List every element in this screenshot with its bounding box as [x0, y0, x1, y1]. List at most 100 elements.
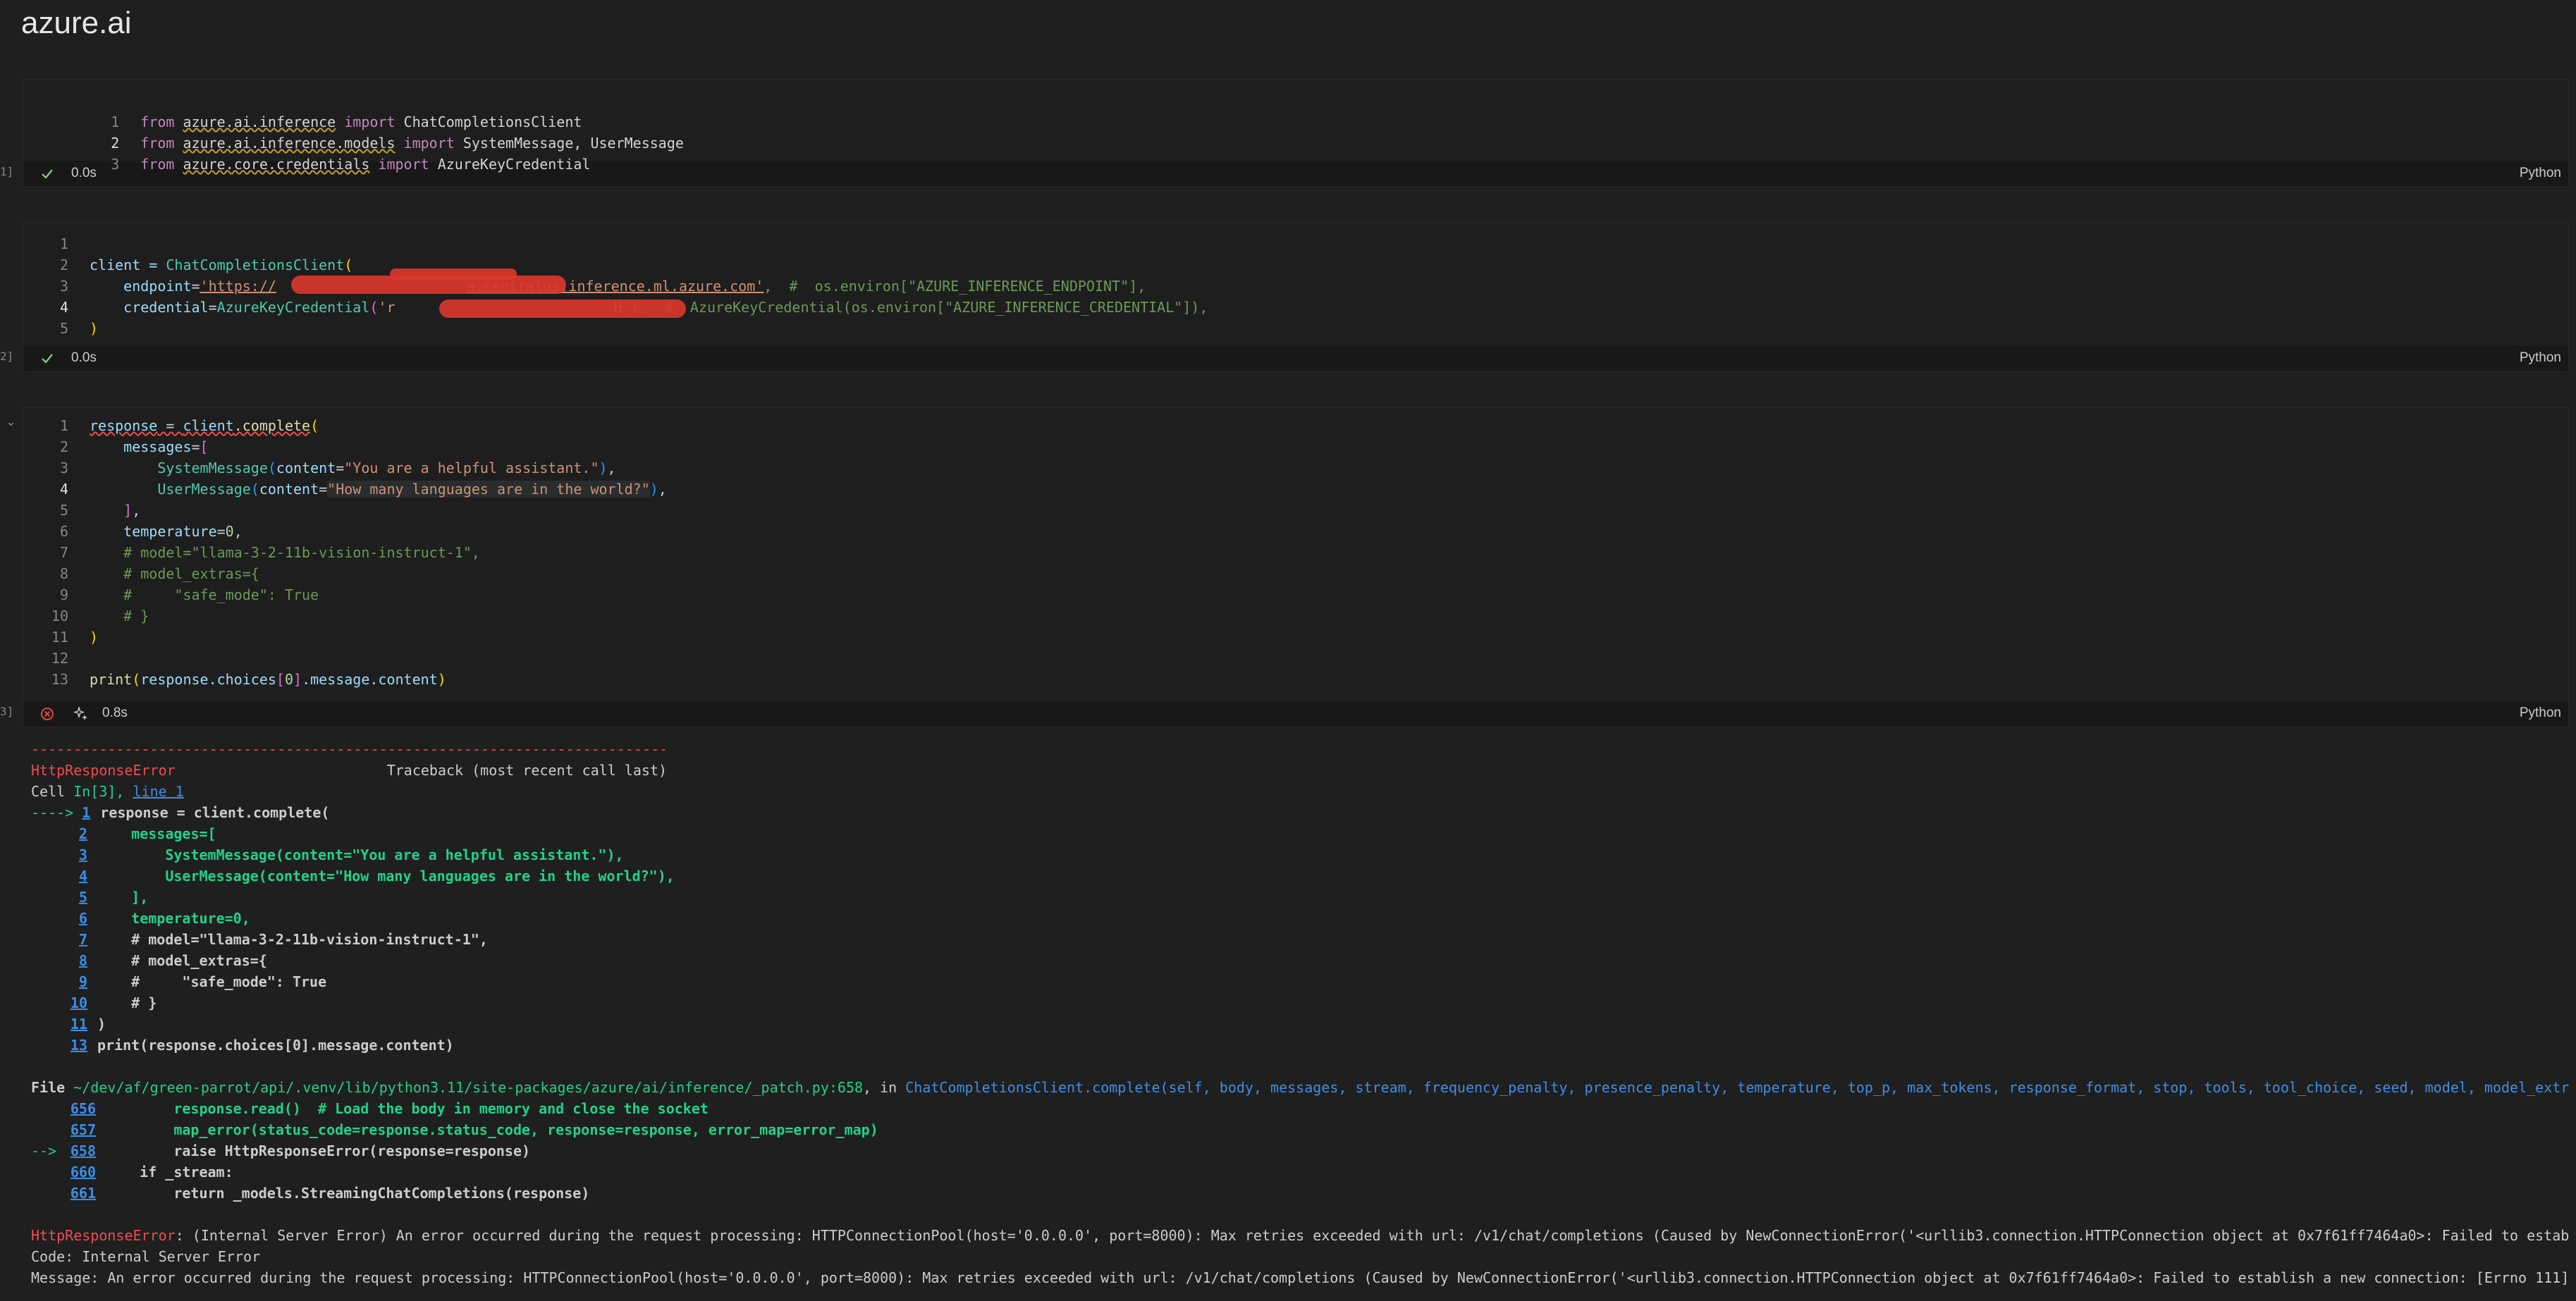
- code-token: "How many languages are in the world?": [327, 481, 650, 498]
- code-line[interactable]: 3 SystemMessage(content="You are a helpf…: [23, 457, 616, 479]
- cell-1-editor[interactable]: 1 from azure.ai.inference import ChatComp…: [23, 80, 2568, 173]
- code-cell-1[interactable]: 1 from azure.ai.inference import ChatComp…: [23, 79, 2569, 187]
- code-line[interactable]: 13 print(response.choices[0].message.cont…: [23, 669, 446, 690]
- file-path[interactable]: ~/dev/af/green-parrot/api/.venv/lib/pyth…: [73, 1079, 863, 1096]
- source-line-number[interactable]: 656: [65, 1098, 96, 1119]
- code-line[interactable]: 11): [23, 627, 98, 648]
- check-icon: [42, 169, 53, 179]
- code-line[interactable]: 5): [23, 318, 98, 339]
- code-line[interactable]: 5 ],: [23, 500, 140, 521]
- source-line-text: raise HttpResponseError(response=respons…: [106, 1142, 531, 1159]
- code-line[interactable]: 2 client = ChatCompletionsClient(: [23, 254, 352, 276]
- code-line[interactable]: 3 endpoint='https://a.centralus.inferenc…: [23, 276, 1146, 297]
- code-cell-3[interactable]: 1 response = client.complete( 2 messages=…: [23, 407, 2569, 727]
- language-selector[interactable]: Python: [2520, 166, 2561, 181]
- code-line[interactable]: 1 response = client.complete(: [23, 415, 319, 436]
- code-line[interactable]: 10 # }: [23, 605, 149, 627]
- traceback-line: 8 # model_extras={: [31, 950, 267, 971]
- traceback-line-number[interactable]: 8: [31, 950, 87, 971]
- code-token: 'r: [378, 299, 395, 316]
- source-line-number[interactable]: 661: [65, 1183, 96, 1204]
- source-line-text: response.read() # Load the body in memor…: [106, 1100, 709, 1117]
- code-line[interactable]: 1 from azure.ai.inference import ChatComp…: [23, 90, 582, 130]
- code-comment: , # os.environ["AZURE_INFERENCE_ENDPOINT…: [763, 278, 1146, 295]
- source-line-number[interactable]: 660: [65, 1161, 96, 1183]
- code-line[interactable]: 6 temperature=0,: [23, 521, 243, 542]
- traceback-header: HttpResponseError Traceback (most recent …: [31, 760, 667, 781]
- cell-2-editor[interactable]: 1 2 client = ChatCompletionsClient( 3 end…: [23, 223, 2568, 346]
- cell-label: Cell: [31, 783, 74, 800]
- code-token: SystemMessage: [157, 460, 268, 476]
- code-line[interactable]: 2 messages=[: [23, 436, 209, 457]
- traceback-line-number[interactable]: 7: [31, 929, 87, 950]
- line-number: 12: [51, 650, 68, 667]
- code-line[interactable]: 1: [23, 233, 90, 254]
- traceback-line-number[interactable]: 6: [31, 908, 87, 929]
- language-selector[interactable]: Python: [2520, 705, 2561, 721]
- error-message: : (Internal Server Error) An error occur…: [175, 1227, 2570, 1244]
- page-title: azure.ai: [21, 6, 132, 40]
- traceback-line-number[interactable]: 9: [31, 971, 87, 992]
- function-name: ChatCompletionsClient.complete: [905, 1079, 1160, 1096]
- code-line[interactable]: 7 # model="llama-3-2-11b-vision-instruct…: [23, 542, 480, 563]
- traceback-line-number[interactable]: 1: [82, 802, 90, 823]
- traceback-line-number[interactable]: 10: [31, 992, 87, 1013]
- cell-3-status-bar: 0.8s Python: [23, 701, 2568, 727]
- line-number: 13: [51, 671, 68, 688]
- code-comment: # }: [123, 608, 149, 624]
- traceback-line-number[interactable]: 4: [31, 865, 87, 887]
- code-token: 0: [284, 671, 294, 688]
- line-number: 3: [59, 278, 68, 295]
- line-number: 1: [59, 417, 68, 434]
- cell-3-editor[interactable]: 1 response = client.complete( 2 messages=…: [23, 408, 2568, 701]
- traceback-line-number[interactable]: 3: [31, 844, 87, 865]
- traceback-line-number[interactable]: 13: [31, 1035, 87, 1056]
- code-cell-2[interactable]: 1 2 client = ChatCompletionsClient( 3 end…: [23, 223, 2569, 372]
- code-line[interactable]: 12: [23, 648, 90, 669]
- traceback-line: 4 UserMessage(content="How many language…: [31, 865, 675, 887]
- code-token: UserMessage: [157, 481, 251, 498]
- traceback-line: 10 # }: [31, 992, 157, 1013]
- traceback-line-text: # }: [97, 994, 157, 1011]
- traceback-line-number[interactable]: 2: [31, 823, 87, 844]
- line-number: 8: [59, 565, 68, 582]
- source-line: 660 if _stream:: [31, 1161, 233, 1183]
- traceback-line-text: SystemMessage(content="You are a helpful…: [97, 846, 624, 863]
- language-selector[interactable]: Python: [2520, 350, 2561, 366]
- code-token: response: [90, 417, 158, 434]
- sparkle-icon[interactable]: [73, 705, 90, 722]
- traceback-line: 11): [31, 1013, 106, 1035]
- source-line-number[interactable]: 657: [65, 1119, 96, 1140]
- error-name: HttpResponseError: [31, 1227, 176, 1244]
- error-code-line: Code: Internal Server Error: [31, 1248, 261, 1265]
- cell-3-output: ----------------------------------------…: [31, 739, 2576, 1301]
- code-line[interactable]: 2 from azure.ai.inference.models import S…: [23, 111, 684, 152]
- chevron-down-icon[interactable]: ⌄: [6, 414, 16, 429]
- code-comment: ), # AzureKeyCredential(os.environ["AZUR…: [630, 299, 1208, 316]
- line-number: 3: [59, 460, 68, 476]
- code-line[interactable]: 8 # model_extras={: [23, 563, 259, 584]
- traceback-line-number[interactable]: 5: [31, 887, 87, 908]
- code-token: response: [140, 671, 209, 688]
- code-line[interactable]: 9 # "safe_mode": True: [23, 584, 319, 605]
- code-token: 0: [225, 523, 234, 540]
- source-line-number[interactable]: 658: [65, 1140, 96, 1161]
- source-line-text: return _models.StreamingChatCompletions(…: [106, 1185, 590, 1202]
- code-token: AzureKeyCredential: [216, 299, 370, 316]
- code-line[interactable]: 4 UserMessage(content="How many language…: [23, 479, 667, 500]
- code-comment: # "safe_mode": True: [123, 586, 319, 603]
- cell-line-link[interactable]: line 1: [133, 783, 184, 800]
- source-line: 661 return _models.StreamingChatCompleti…: [31, 1183, 589, 1204]
- traceback-line-number[interactable]: 11: [31, 1013, 87, 1035]
- cell-2-exec-count: 2]: [0, 350, 14, 363]
- code-token: credential: [123, 299, 209, 316]
- traceback-line: 13 print(response.choices[0].message.cont…: [31, 1035, 454, 1056]
- line-number: 1: [59, 235, 68, 252]
- traceback-line-text: UserMessage(content="How many languages …: [97, 868, 675, 884]
- line-number: 6: [59, 523, 68, 540]
- traceback-title: Traceback (most recent call last): [386, 762, 668, 779]
- code-comment: # model="llama-3-2-11b-vision-instruct-1…: [123, 544, 480, 561]
- traceback-line-text: print(response.choices[0].message.conten…: [97, 1037, 454, 1054]
- line-number: 2: [59, 257, 68, 273]
- code-line[interactable]: 3 from azure.core.credentials import Azur…: [23, 132, 590, 173]
